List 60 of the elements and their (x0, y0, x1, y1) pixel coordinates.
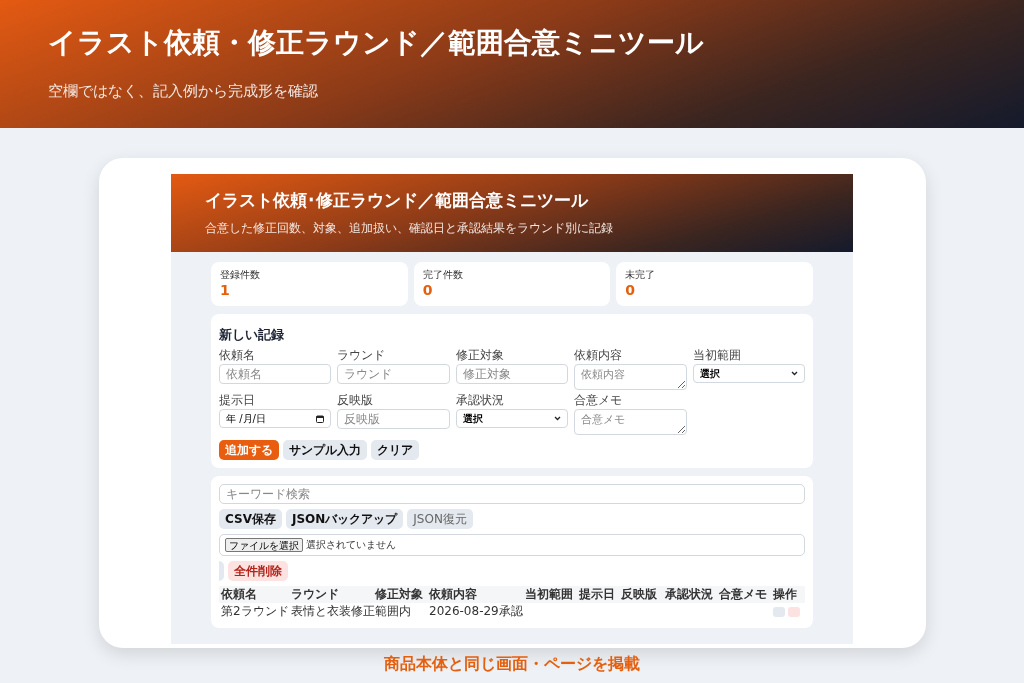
text-field[interactable]: 反映版 (337, 409, 450, 429)
column-header: 合意メモ (719, 586, 768, 603)
app-title: イラスト依頼･修正ラウンド／範囲合意ミニツール (205, 189, 590, 212)
field-label: ラウンド (337, 349, 387, 362)
stat-value: 1 (220, 282, 231, 298)
stat-label: 完了件数 (422, 268, 464, 282)
field-label: 当初範囲 (692, 349, 742, 362)
calendar-icon (316, 414, 325, 423)
text-field[interactable]: ラウンド (337, 364, 450, 384)
banner-subtitle: 空欄ではなく、記入例から完成形を確認 (48, 82, 319, 101)
field-label: 提示日 (219, 394, 256, 407)
app-subtitle: 合意した修正回数、対象、追加扱い、確認日と承認結果をラウンド別に記録 (205, 220, 614, 237)
field-label: 依頼名 (219, 349, 256, 362)
column-header: 修正対象 (375, 586, 424, 603)
chevron-down-icon (554, 416, 562, 421)
form-button[interactable]: サンプル入力 (283, 440, 367, 460)
column-header: 依頼内容 (429, 586, 478, 603)
edit-button[interactable] (773, 606, 785, 617)
chevron-down-icon (791, 371, 798, 376)
select-field[interactable]: 選択 (692, 364, 805, 383)
date-field[interactable]: 年 /月/日 (219, 409, 332, 428)
form-title: 新しい記録 (219, 326, 285, 344)
banner-title: イラスト依頼・修正ラウンド／範囲合意ミニツール (48, 26, 705, 60)
delete-button[interactable] (788, 606, 800, 617)
field-label: 反映版 (337, 394, 375, 407)
form-button[interactable]: クリア (371, 440, 419, 460)
file-field[interactable]: ファイルを選択 選択されていません (219, 534, 805, 556)
column-header: 依頼名 (221, 586, 258, 603)
stat-value: 0 (422, 282, 434, 298)
text-area[interactable]: 合意メモ (574, 409, 687, 435)
file-button[interactable]: ファイルを選択 (225, 538, 303, 552)
caption: 商品本体と同じ画面・ページを掲載 (384, 654, 640, 675)
table-cell-text: 範囲内 (375, 603, 412, 620)
table-cell-text: 2026-08-29承認 (429, 603, 524, 620)
table-cell: 表情と衣装修正 (291, 603, 375, 620)
export-button[interactable]: JSON復元 (407, 509, 473, 529)
stat-label: 登録件数 (220, 268, 261, 282)
stat-value: 0 (625, 282, 637, 298)
text-field[interactable]: 依頼名 (219, 364, 332, 384)
stat-label: 未完了 (625, 268, 657, 282)
column-header: 当初範囲 (525, 586, 574, 603)
field-label: 依頼内容 (574, 349, 624, 362)
field-label: 修正対象 (455, 349, 505, 362)
column-header: 操作 (773, 586, 798, 603)
field-label: 合意メモ (574, 394, 624, 407)
file-status: 選択されていません (306, 538, 396, 552)
form-button[interactable]: 追加する (219, 440, 279, 460)
export-button[interactable]: CSV保存 (219, 509, 282, 529)
text-area[interactable]: 依頼内容 (574, 364, 687, 390)
export-button[interactable]: JSONバックアップ (285, 509, 404, 529)
table-cell-text: 第2ラウンド (221, 603, 290, 620)
column-header: 承認状況 (665, 586, 714, 603)
delete-all-button[interactable]: 全件削除 (228, 561, 288, 581)
column-header: 提示日 (579, 586, 616, 603)
search-field[interactable]: キーワード検索 (219, 484, 805, 504)
column-header: ラウンド (291, 586, 340, 603)
column-header: 反映版 (621, 586, 658, 603)
field-label: 承認状況 (455, 394, 505, 407)
select-field[interactable]: 選択 (455, 409, 569, 428)
text-field[interactable]: 修正対象 (455, 364, 569, 384)
